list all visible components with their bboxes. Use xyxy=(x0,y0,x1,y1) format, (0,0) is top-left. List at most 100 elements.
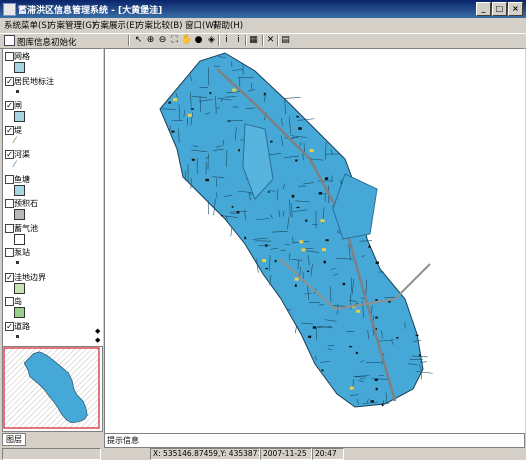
settlement-label xyxy=(321,369,324,372)
layer-label: 道路 xyxy=(14,321,30,331)
table-icon[interactable]: ▦ xyxy=(248,35,259,46)
full-extent-icon[interactable]: ⛶ xyxy=(169,35,180,46)
zoom-out-icon[interactable]: ⊖ xyxy=(157,35,168,46)
info-icon[interactable]: i xyxy=(233,35,244,46)
menu-help[interactable]: 帮助(H) xyxy=(213,19,243,31)
menu-plan-show[interactable]: 方案展示(E) xyxy=(92,19,138,31)
settlement-label xyxy=(375,299,378,301)
layer-checkbox[interactable] xyxy=(5,52,14,61)
layer-item[interactable]: ✓ 堤 ⁄ xyxy=(3,125,93,148)
main-map-view[interactable] xyxy=(104,48,525,435)
parcel-line xyxy=(230,227,233,237)
init-library-button[interactable]: 图库信息初始化 xyxy=(4,35,77,48)
settlement-label xyxy=(265,267,268,270)
layer-item[interactable]: ✓ 居民地标注 xyxy=(3,76,93,99)
layer-symbol: ⁄ xyxy=(14,160,16,170)
parcel-line xyxy=(294,325,298,334)
layer-label: 泵站 xyxy=(14,248,30,257)
init-library-label: 图库信息初始化 xyxy=(17,38,77,48)
panel-tabs: 图层 xyxy=(0,432,104,446)
delete-icon[interactable]: ✕ xyxy=(265,35,276,46)
layer-item[interactable]: ✓ 道路 xyxy=(3,321,93,344)
layer-item[interactable]: 岛 xyxy=(3,297,93,319)
layer-checkbox[interactable]: ✓ xyxy=(5,101,14,110)
layer-label: 预积石 xyxy=(14,199,38,208)
sluice-marker xyxy=(232,88,237,92)
layer-checkbox[interactable]: ✓ xyxy=(5,272,14,282)
layer-checkbox[interactable]: ✓ xyxy=(5,76,14,86)
menu-bar: 系统菜单(S) 方案管理(G) 方案展示(E) 方案比较(B) 窗口(W) 帮助… xyxy=(0,18,526,32)
layer-list-panel: 网格 ✓ 居民地标注 ✓ 闸 ✓ 堤 ⁄ ✓ 河渠 ⁄ 鱼塘 预积石 蓄气池 泵站 ✓ 洼地边界岛 ✓ 道路 ◆ ◆ xyxy=(2,48,103,347)
settlement-label xyxy=(209,92,212,95)
menu-plan-compare[interactable]: 方案比较(B) xyxy=(136,19,182,31)
database-icon xyxy=(4,35,15,46)
settlement-label xyxy=(294,284,297,287)
settlement-label xyxy=(324,177,329,180)
layer-symbol xyxy=(14,332,19,338)
sluice-marker xyxy=(321,248,326,252)
layer-label: 蓄气池 xyxy=(14,223,38,233)
settlement-label xyxy=(418,354,421,356)
status-date: 2007-11-25 xyxy=(260,448,312,460)
settlement-label xyxy=(296,115,299,118)
layer-checkbox[interactable] xyxy=(5,248,14,257)
layer-checkbox[interactable] xyxy=(5,297,14,306)
pan-hand-icon[interactable]: ✋ xyxy=(181,35,192,46)
layer-item[interactable]: 网格 xyxy=(3,52,93,74)
layer-item[interactable]: 预积石 xyxy=(3,199,93,221)
scroll-down-icon[interactable]: ◆ xyxy=(95,336,100,344)
print-icon[interactable]: ▤ xyxy=(280,35,291,46)
settlement-label xyxy=(274,259,277,263)
layer-symbol xyxy=(14,258,19,264)
settlement-label xyxy=(312,326,316,329)
layer-select-icon[interactable]: ◈ xyxy=(206,35,217,46)
minimize-button[interactable]: _ xyxy=(476,2,491,16)
settlement-label xyxy=(168,101,171,104)
select-arrow-icon[interactable]: ↖ xyxy=(133,35,144,46)
settlement-label xyxy=(323,260,326,264)
layer-item[interactable]: 鱼塘 xyxy=(3,174,93,197)
sluice-marker xyxy=(309,149,314,153)
status-time: 20:47 xyxy=(312,448,344,460)
layer-item[interactable]: 蓄气池 xyxy=(3,223,93,246)
identify-icon[interactable]: i xyxy=(221,35,232,46)
menu-plan-manage[interactable]: 方案管理(G) xyxy=(48,19,95,31)
layer-checkbox[interactable] xyxy=(5,223,14,233)
sluice-marker xyxy=(349,386,354,390)
layer-item[interactable]: 泵站 xyxy=(3,248,93,270)
layer-symbol xyxy=(14,282,25,294)
overview-map[interactable] xyxy=(2,346,103,432)
settlement-label xyxy=(267,191,270,193)
settlement-label xyxy=(263,92,266,96)
tab-layers[interactable]: 图层 xyxy=(2,433,26,446)
layer-checkbox[interactable] xyxy=(5,174,14,184)
settlement-label xyxy=(231,205,234,208)
scroll-up-icon[interactable]: ◆ xyxy=(95,327,100,335)
zoom-in-icon[interactable]: ⊕ xyxy=(145,35,156,46)
settlement-label xyxy=(191,158,195,161)
layer-checkbox[interactable] xyxy=(5,199,14,208)
layer-item[interactable]: ✓ 洼地边界 xyxy=(3,272,93,295)
layer-label: 河渠 xyxy=(14,150,30,159)
maximize-button[interactable]: □ xyxy=(492,2,507,16)
layer-item[interactable]: ✓ 河渠 ⁄ xyxy=(3,150,93,172)
layer-label: 堤 xyxy=(14,125,22,135)
layer-item[interactable]: ✓ 闸 xyxy=(3,101,93,123)
settlement-label xyxy=(396,337,399,339)
globe-icon[interactable]: ● xyxy=(193,35,204,46)
layer-checkbox[interactable]: ✓ xyxy=(5,150,14,159)
layer-checkbox[interactable]: ✓ xyxy=(5,321,14,331)
layer-label: 岛 xyxy=(14,297,22,306)
title-bar[interactable]: 蓄滞洪区信息管理系统 - [大黄堡洼] _ □ × xyxy=(0,0,526,18)
settlement-label xyxy=(171,130,175,133)
settlement-label xyxy=(415,334,419,337)
settlement-label xyxy=(238,149,240,152)
menu-system[interactable]: 系统菜单(S) xyxy=(4,19,50,31)
app-window: 蓄滞洪区信息管理系统 - [大黄堡洼] _ □ × 系统菜单(S) 方案管理(G) … xyxy=(0,0,526,460)
settlement-label xyxy=(236,211,240,214)
close-button[interactable]: × xyxy=(508,2,523,16)
sluice-marker xyxy=(356,309,361,313)
layer-label: 居民地标注 xyxy=(14,76,54,86)
settlement-label xyxy=(381,403,384,407)
layer-checkbox[interactable]: ✓ xyxy=(5,125,14,135)
